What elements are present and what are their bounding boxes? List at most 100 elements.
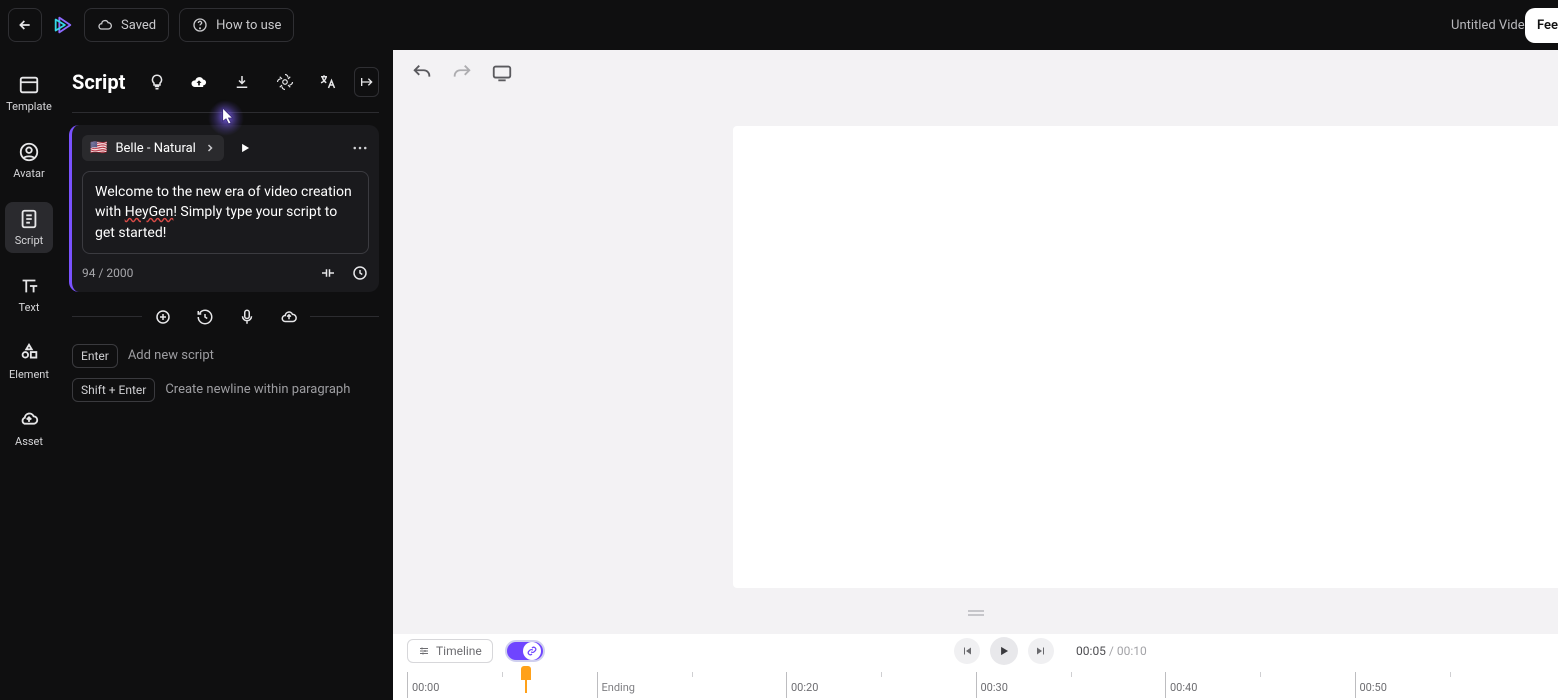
play-icon	[238, 141, 252, 155]
play-button[interactable]	[990, 637, 1018, 665]
voice-more-button[interactable]	[351, 139, 369, 157]
logo-icon	[52, 14, 74, 36]
timeline-controls: Timeline 00:05 / 00:10	[393, 634, 1558, 668]
question-circle-icon	[192, 17, 208, 33]
timeline-time: 00:05 / 00:10	[1076, 644, 1147, 658]
text-icon	[18, 275, 40, 297]
how-to-use-button[interactable]: How to use	[179, 8, 294, 42]
undo-button[interactable]	[411, 62, 433, 84]
script-panel-title: Script	[72, 70, 125, 94]
kbd-enter: Enter	[72, 344, 118, 368]
nav-element[interactable]: Element	[5, 336, 53, 387]
download-button[interactable]	[227, 63, 258, 101]
project-title[interactable]: Untitled Video	[1451, 18, 1532, 33]
script-actions-row	[72, 308, 379, 326]
indent-button[interactable]	[354, 67, 379, 97]
nav-avatar-label: Avatar	[13, 167, 44, 180]
timeline-toggle-label: Timeline	[436, 644, 482, 658]
indent-icon	[359, 74, 375, 90]
lightbulb-button[interactable]	[141, 63, 172, 101]
cloud-check-icon	[97, 17, 113, 33]
script-icon	[18, 208, 40, 230]
script-textarea[interactable]: Welcome to the new era of video creation…	[82, 171, 369, 254]
skip-start-button[interactable]	[954, 638, 980, 664]
logo[interactable]	[52, 14, 74, 36]
script-block-footer: 94 / 2000	[82, 264, 369, 282]
duration-button[interactable]	[351, 264, 369, 282]
ruler-tick-3: 00:30	[981, 681, 1008, 694]
nav-text[interactable]: Text	[5, 269, 53, 320]
template-icon	[18, 74, 40, 96]
asset-icon	[18, 409, 40, 431]
timeline-ruler[interactable]: 00:00 Ending 00:20 00:30 00:40 00:50	[393, 668, 1558, 700]
ruler-tick-0: 00:00	[412, 681, 439, 694]
pause-align-button[interactable]	[319, 264, 337, 282]
char-count: 94 / 2000	[82, 266, 133, 280]
skip-forward-icon	[1035, 645, 1047, 657]
resize-handle[interactable]	[966, 608, 986, 618]
more-horizontal-icon	[351, 139, 369, 157]
ruler-tick-5: 00:50	[1360, 681, 1387, 694]
ruler-ending: Ending	[602, 681, 635, 694]
nav-asset-label: Asset	[15, 435, 43, 448]
lightbulb-icon	[148, 73, 166, 91]
pause-align-icon	[319, 264, 337, 282]
nav-script[interactable]: Script	[5, 202, 53, 253]
aspect-button[interactable]	[491, 62, 513, 84]
canvas-area	[393, 50, 1558, 634]
skip-end-button[interactable]	[1028, 638, 1054, 664]
history-button[interactable]	[196, 308, 214, 326]
cloud-upload-small-icon	[280, 308, 298, 326]
ruler-tick-2: 00:20	[791, 681, 818, 694]
snap-toggle[interactable]	[505, 640, 545, 662]
redo-button[interactable]	[451, 62, 473, 84]
link-icon	[527, 646, 537, 656]
canvas-sheet[interactable]	[733, 126, 1558, 588]
timeline-toggle-button[interactable]: Timeline	[407, 639, 493, 663]
voice-play-button[interactable]	[238, 141, 252, 155]
saved-indicator[interactable]: Saved	[84, 8, 169, 42]
plus-circle-icon	[154, 308, 172, 326]
divider	[72, 112, 379, 113]
redo-icon	[451, 62, 473, 84]
nav-text-label: Text	[19, 301, 40, 314]
translate-button[interactable]	[312, 63, 343, 101]
drag-handle-icon	[966, 608, 986, 618]
add-script-button[interactable]	[154, 308, 172, 326]
ruler-tick-4: 00:40	[1170, 681, 1197, 694]
voice-row: 🇺🇸 Belle - Natural	[82, 135, 369, 161]
sliders-icon	[418, 645, 430, 657]
nav-template[interactable]: Template	[5, 68, 53, 119]
translate-icon	[318, 73, 336, 91]
upload-audio-button[interactable]	[280, 308, 298, 326]
record-button[interactable]	[238, 308, 256, 326]
feedback-button[interactable]: Fee	[1525, 8, 1558, 43]
divider	[310, 316, 380, 317]
nav-script-label: Script	[15, 234, 43, 247]
cloud-upload-button[interactable]	[184, 63, 215, 101]
script-panel-header: Script	[72, 58, 379, 106]
top-bar: Saved How to use Untitled Video Fee	[0, 0, 1558, 50]
ai-icon	[276, 73, 294, 91]
timeline-current: 00:05	[1076, 644, 1106, 658]
flag-icon: 🇺🇸	[90, 140, 107, 156]
cloud-upload-icon	[189, 72, 209, 92]
hint-shift-enter: Shift + Enter Create newline within para…	[72, 378, 379, 402]
download-icon	[233, 73, 251, 91]
script-block: 🇺🇸 Belle - Natural Welcome to the new er…	[69, 125, 379, 292]
play-icon	[997, 644, 1011, 658]
how-to-use-label: How to use	[216, 18, 281, 33]
nav-avatar[interactable]: Avatar	[5, 135, 53, 186]
voice-selector[interactable]: 🇺🇸 Belle - Natural	[82, 135, 224, 161]
skip-back-icon	[961, 645, 973, 657]
timeline-bar: Timeline 00:05 / 00:10 00:00 Endi	[393, 634, 1558, 700]
hint-enter-text: Add new script	[128, 348, 214, 363]
kbd-shift-enter: Shift + Enter	[72, 378, 155, 402]
back-button[interactable]	[8, 8, 42, 42]
microphone-icon	[238, 308, 256, 326]
nav-asset[interactable]: Asset	[5, 403, 53, 454]
element-icon	[18, 342, 40, 364]
chevron-right-icon	[204, 142, 216, 154]
ai-button[interactable]	[269, 63, 300, 101]
left-sidebar: Template Avatar Script Text Element Asse…	[0, 50, 58, 700]
